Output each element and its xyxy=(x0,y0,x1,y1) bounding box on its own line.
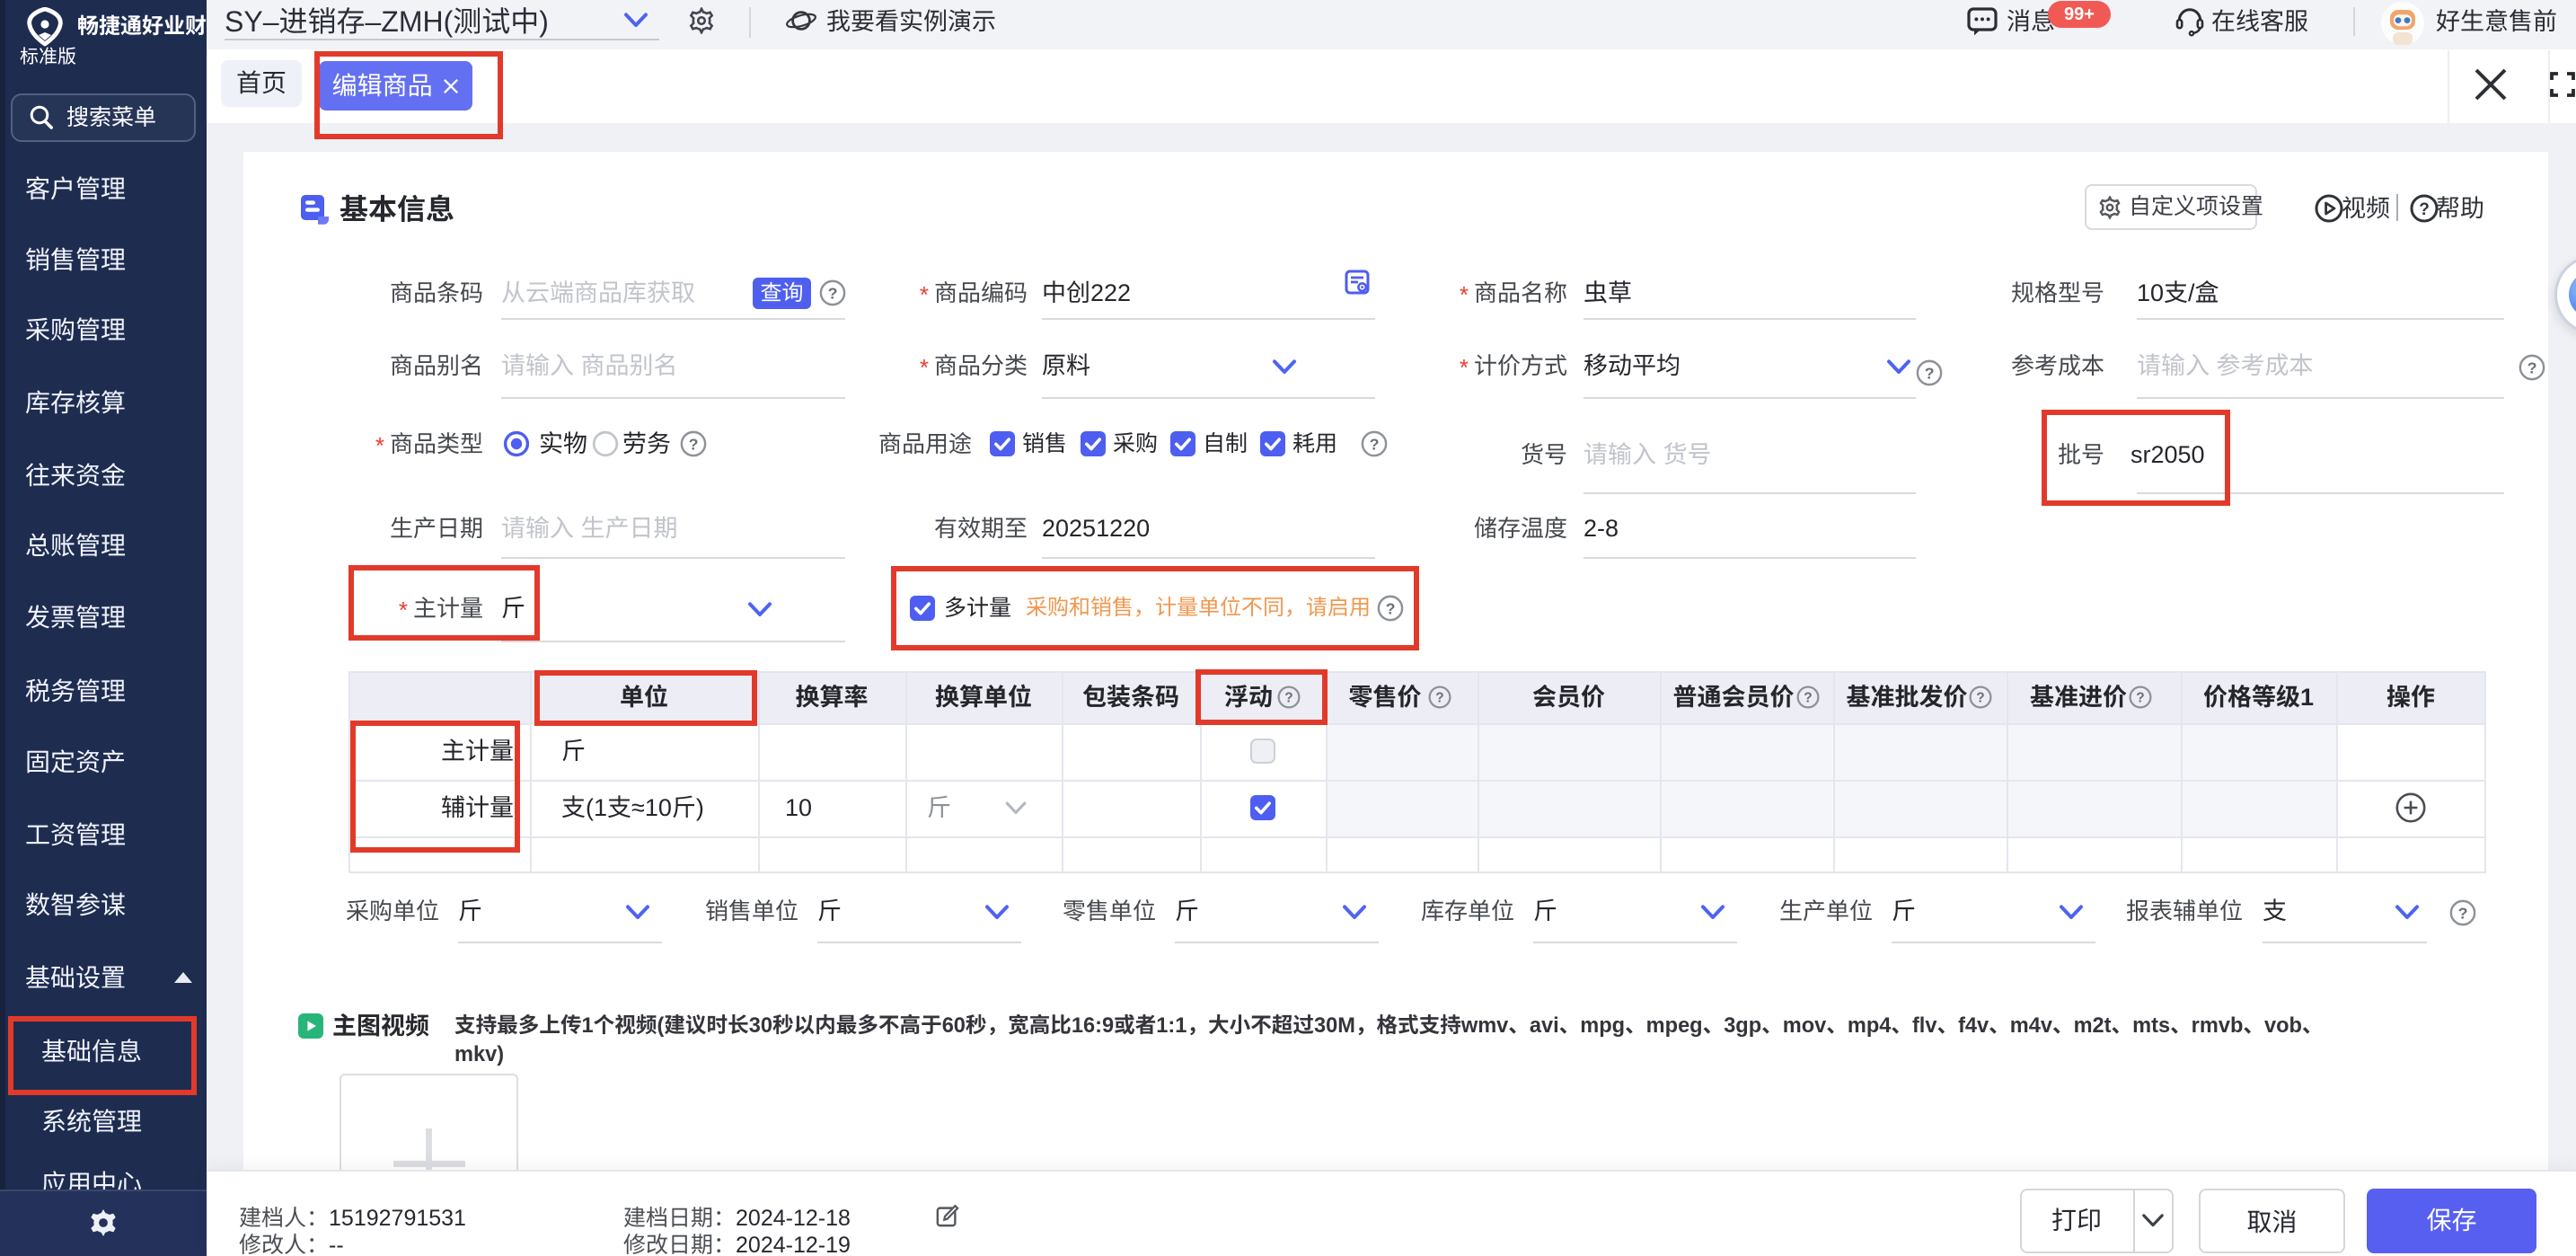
svg-text:?: ? xyxy=(1976,691,1984,706)
svg-text:?: ? xyxy=(828,284,838,302)
svg-text:?: ? xyxy=(689,435,699,453)
svg-text:?: ? xyxy=(1804,691,1812,706)
svg-text:?: ? xyxy=(1925,364,1935,382)
svg-text:?: ? xyxy=(1370,435,1380,453)
svg-text:?: ? xyxy=(2419,200,2430,219)
svg-text:?: ? xyxy=(2458,904,2468,922)
svg-text:?: ? xyxy=(1435,691,1443,706)
svg-text:?: ? xyxy=(2527,358,2537,376)
svg-text:?: ? xyxy=(2136,691,2144,706)
